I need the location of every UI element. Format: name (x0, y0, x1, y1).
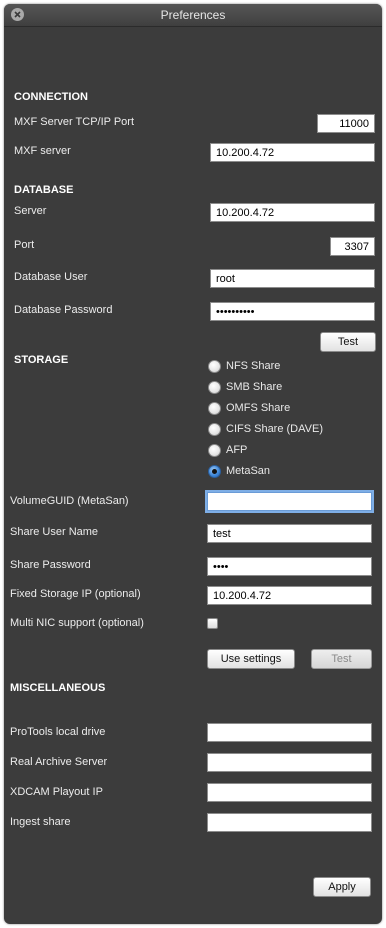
preferences-window: Preferences CONNECTION MXF Server TCP/IP… (4, 4, 382, 924)
mxf-server-label: MXF server (14, 145, 71, 157)
share-password-input[interactable] (207, 557, 372, 576)
metasan-label: MetaSan (226, 465, 271, 477)
mxf-port-input[interactable] (317, 114, 375, 133)
xdcam-label: XDCAM Playout IP (10, 786, 103, 798)
nfs-share-radio[interactable] (208, 360, 221, 373)
smb-share-label: SMB Share (226, 381, 283, 393)
misc-header: MISCELLANEOUS (10, 682, 106, 694)
db-server-input[interactable] (210, 203, 375, 222)
db-user-input[interactable] (210, 269, 375, 288)
smb-share-radio[interactable] (208, 381, 221, 394)
protools-label: ProTools local drive (10, 726, 106, 738)
nfs-share-label: NFS Share (226, 360, 281, 372)
ingest-share-label: Ingest share (10, 816, 71, 828)
share-user-label: Share User Name (10, 526, 99, 538)
metasan-radio[interactable] (208, 465, 221, 478)
volume-guid-input[interactable] (207, 492, 372, 511)
storage-test-button[interactable]: Test (311, 649, 372, 669)
fixed-ip-input[interactable] (207, 586, 372, 605)
xdcam-input[interactable] (207, 783, 372, 802)
db-password-input[interactable] (210, 302, 375, 321)
protools-input[interactable] (207, 723, 372, 742)
cifs-share-label: CIFS Share (DAVE) (226, 423, 323, 435)
db-password-label: Database Password (14, 304, 113, 316)
title-bar: Preferences (4, 4, 382, 27)
cifs-share-radio[interactable] (208, 423, 221, 436)
share-password-label: Share Password (10, 559, 91, 571)
afp-label: AFP (226, 444, 248, 456)
db-user-label: Database User (14, 271, 88, 283)
omfs-share-label: OMFS Share (226, 402, 291, 414)
window-title: Preferences (160, 8, 226, 22)
fixed-ip-label: Fixed Storage IP (optional) (10, 588, 141, 600)
multi-nic-checkbox[interactable] (207, 618, 218, 629)
apply-button[interactable]: Apply (313, 877, 371, 897)
volume-guid-label: VolumeGUID (MetaSan) (10, 495, 129, 507)
mxf-server-input[interactable] (210, 143, 375, 162)
omfs-share-radio[interactable] (208, 402, 221, 415)
database-header: DATABASE (14, 184, 74, 196)
mxf-port-label: MXF Server TCP/IP Port (14, 116, 135, 128)
db-server-label: Server (14, 205, 47, 217)
archive-server-label: Real Archive Server (10, 756, 108, 768)
afp-radio[interactable] (208, 444, 221, 457)
ingest-share-input[interactable] (207, 813, 372, 832)
multi-nic-label: Multi NIC support (optional) (10, 617, 144, 629)
db-test-button[interactable]: Test (320, 332, 376, 352)
connection-header: CONNECTION (14, 91, 88, 103)
db-port-input[interactable] (330, 237, 375, 256)
db-port-label: Port (14, 239, 35, 251)
use-settings-button[interactable]: Use settings (207, 649, 295, 669)
storage-header: STORAGE (14, 354, 69, 366)
archive-server-input[interactable] (207, 753, 372, 772)
share-user-input[interactable] (207, 524, 372, 543)
